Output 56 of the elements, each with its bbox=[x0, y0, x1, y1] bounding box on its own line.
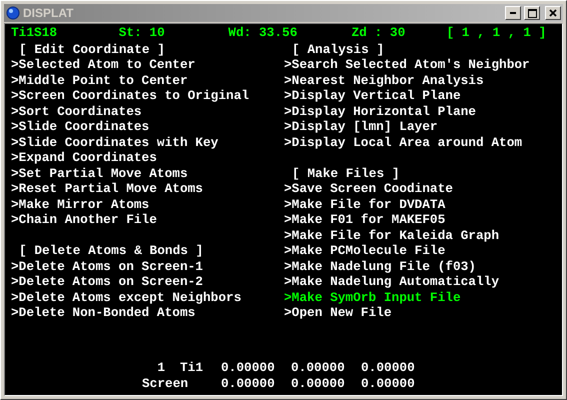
menu-item[interactable]: >Make Mirror Atoms bbox=[11, 196, 284, 212]
menu-item[interactable]: >Make PCMolecule File bbox=[284, 243, 556, 258]
coordinate-value: 0.00000 bbox=[361, 376, 416, 391]
menu-item[interactable]: >Display Horizontal Plane bbox=[284, 104, 556, 119]
menu-item[interactable]: >Delete Non-Bonded Atoms bbox=[11, 305, 284, 320]
menu-item[interactable]: >Display Vertical Plane bbox=[284, 88, 556, 104]
menu-item[interactable]: >Make F01 for MAKEF05 bbox=[284, 212, 556, 228]
minimize-button[interactable] bbox=[505, 6, 521, 20]
menu-item[interactable]: >Open New File bbox=[284, 305, 556, 320]
menu-item[interactable]: >Selected Atom to Center bbox=[11, 57, 284, 72]
menu-item[interactable]: >Sort Coordinates bbox=[11, 104, 284, 119]
menu-item[interactable]: >Search Selected Atom's Neighbor bbox=[284, 57, 556, 72]
menu-item[interactable]: >Set Partial Move Atoms bbox=[11, 166, 284, 181]
status-text: Ti1S18 bbox=[11, 25, 58, 40]
coordinate-value: 0.00000 bbox=[221, 360, 276, 376]
status-text: Zd : 30 bbox=[352, 25, 406, 40]
menu-item[interactable]: >Delete Atoms on Screen-2 bbox=[11, 274, 284, 290]
menu-item[interactable]: >Middle Point to Center bbox=[11, 72, 284, 88]
atom-index: 1 bbox=[156, 360, 165, 376]
section-heading: [ Delete Atoms & Bonds ] bbox=[18, 243, 204, 258]
menu-item[interactable]: >Screen Coordinates to Original bbox=[11, 88, 284, 104]
coordinate-value: 0.00000 bbox=[221, 376, 276, 391]
coordinate-value: 0.00000 bbox=[291, 360, 346, 376]
menu-item[interactable]: >Save Screen Coodinate bbox=[284, 181, 556, 196]
status-text: Wd: 33.56 bbox=[228, 25, 298, 40]
menu-item[interactable]: >Slide Coordinates bbox=[11, 119, 284, 134]
globe-icon bbox=[6, 6, 20, 20]
menu-item[interactable]: >Slide Coordinates with Key bbox=[11, 134, 284, 150]
coordinate-value: 0.00000 bbox=[361, 360, 416, 376]
close-icon bbox=[549, 9, 557, 17]
menu-item[interactable]: >Make File for DVDATA bbox=[284, 196, 556, 212]
menu-item[interactable]: >Delete Atoms except Neighbors bbox=[11, 290, 284, 305]
menu-item[interactable]: >Chain Another File bbox=[11, 212, 284, 228]
menu-item[interactable]: >Make SymOrb Input File bbox=[284, 290, 556, 305]
menu-item[interactable]: >Delete Atoms on Screen-1 bbox=[11, 258, 284, 274]
close-button[interactable] bbox=[545, 6, 561, 20]
status-text: St: 10 bbox=[118, 25, 166, 40]
menu-item[interactable]: >Nearest Neighbor Analysis bbox=[284, 72, 556, 88]
menu-item[interactable]: >Expand Coordinates bbox=[11, 150, 284, 166]
menu-item[interactable]: >Make Nadelung Automatically bbox=[284, 274, 556, 290]
maximize-icon bbox=[528, 8, 536, 18]
row-label: Screen bbox=[142, 376, 188, 391]
coordinate-value: 0.00000 bbox=[291, 376, 346, 391]
atom-name: Ti1 bbox=[180, 360, 204, 376]
section-heading: [ Make Files ] bbox=[291, 166, 401, 181]
menu-item[interactable]: >Display [lmn] Layer bbox=[284, 119, 556, 134]
menu-item[interactable]: >Reset Partial Move Atoms bbox=[11, 181, 284, 196]
status-text: [ 1 , 1 , 1 ] bbox=[446, 25, 548, 40]
menu-item[interactable]: >Make Nadelung File (f03) bbox=[284, 258, 556, 274]
menu-item[interactable]: >Display Local Area around Atom bbox=[284, 134, 556, 150]
maximize-button[interactable] bbox=[524, 6, 540, 20]
window-title: DISPLAT bbox=[23, 6, 74, 20]
section-heading: [ Edit Coordinate ] bbox=[18, 42, 166, 57]
section-heading: [ Analysis ] bbox=[291, 42, 386, 57]
minimize-icon bbox=[510, 12, 516, 14]
menu-item[interactable]: >Make File for Kaleida Graph bbox=[284, 228, 556, 243]
